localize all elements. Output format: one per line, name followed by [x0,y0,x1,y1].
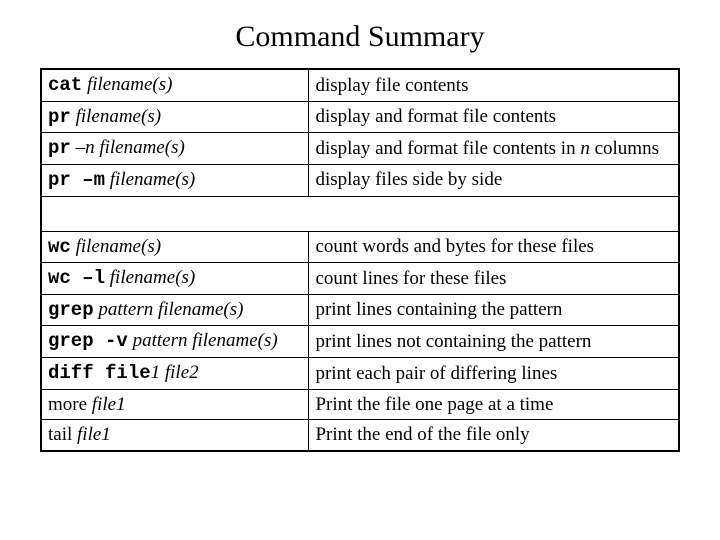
description-cell: count lines for these files [309,263,679,295]
table-row: cat filename(s)display file contents [41,69,679,101]
table-row: grep -v pattern filename(s)print lines n… [41,326,679,358]
table-row: wc –l filename(s)count lines for these f… [41,263,679,295]
table-row: pr –m filename(s)display files side by s… [41,164,679,196]
spacer-cell [41,196,679,231]
description-cell: print each pair of differing lines [309,358,679,390]
table-row [41,196,679,231]
description-cell: count words and bytes for these files [309,231,679,263]
command-table: cat filename(s)display file contentspr f… [40,68,680,452]
command-cell: wc filename(s) [41,231,309,263]
slide-page: Command Summary cat filename(s)display f… [0,0,720,452]
command-cell: pr –n filename(s) [41,133,309,165]
table-row: pr filename(s)display and format file co… [41,101,679,133]
table-row: wc filename(s)count words and bytes for … [41,231,679,263]
description-cell: display and format file contents [309,101,679,133]
command-cell: pr filename(s) [41,101,309,133]
table-row: diff file1 file2print each pair of diffe… [41,358,679,390]
description-cell: Print the file one page at a time [309,389,679,420]
description-cell: print lines not containing the pattern [309,326,679,358]
command-cell: grep pattern filename(s) [41,294,309,326]
command-cell: pr –m filename(s) [41,164,309,196]
command-cell: tail file1 [41,420,309,451]
description-cell: display file contents [309,69,679,101]
page-title: Command Summary [40,20,680,54]
table-row: pr –n filename(s)display and format file… [41,133,679,165]
command-table-body: cat filename(s)display file contentspr f… [41,69,679,451]
command-cell: wc –l filename(s) [41,263,309,295]
table-row: grep pattern filename(s)print lines cont… [41,294,679,326]
command-cell: diff file1 file2 [41,358,309,390]
description-cell: display files side by side [309,164,679,196]
command-cell: grep -v pattern filename(s) [41,326,309,358]
command-cell: more file1 [41,389,309,420]
description-cell: Print the end of the file only [309,420,679,451]
table-row: tail file1Print the end of the file only [41,420,679,451]
table-row: more file1Print the file one page at a t… [41,389,679,420]
command-cell: cat filename(s) [41,69,309,101]
description-cell: display and format file contents in n co… [309,133,679,165]
description-cell: print lines containing the pattern [309,294,679,326]
